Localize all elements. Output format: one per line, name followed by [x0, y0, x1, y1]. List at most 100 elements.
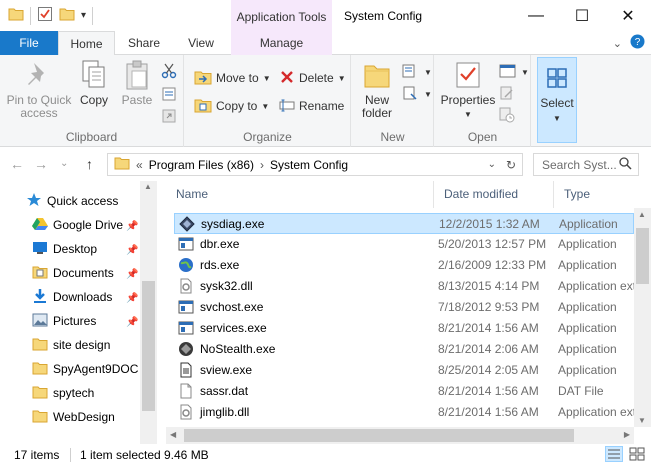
recent-locations-chevron-icon[interactable]: ⌄	[60, 158, 68, 169]
open-button[interactable]: ▼	[499, 61, 529, 83]
nav-item-desktop[interactable]: Desktop	[32, 237, 97, 261]
file-row-services[interactable]: services.exe 8/21/2014 1:56 AM Applicati…	[174, 318, 634, 339]
navigation-pane: Quick access Google Drive 📌 Desktop 📌 Do…	[0, 181, 157, 444]
file-row-nostealth[interactable]: NoStealth.exe 8/21/2014 2:06 AM Applicat…	[174, 339, 634, 360]
file-row-sassr[interactable]: sassr.dat 8/21/2014 1:56 AM DAT File	[174, 381, 634, 402]
forward-arrow-icon[interactable]: →	[34, 156, 48, 172]
search-input[interactable]: Search Syst...	[542, 158, 617, 172]
breadcrumb-overflow[interactable]: «	[136, 158, 143, 172]
file-list-vertical-scrollbar[interactable]: ▲ ▼	[634, 208, 651, 427]
nav-item-google-drive[interactable]: Google Drive	[32, 213, 123, 237]
new-folder-button[interactable]: New folder	[356, 59, 398, 120]
nav-item-spytech[interactable]: spytech	[32, 381, 94, 405]
move-to-button[interactable]: Move to ▼	[194, 67, 271, 89]
documents-icon	[32, 265, 48, 282]
scroll-down-icon[interactable]: ▼	[638, 416, 646, 425]
edit-button[interactable]	[499, 83, 515, 105]
tab-view[interactable]: View	[174, 31, 228, 55]
pin-icon[interactable]: 📌	[126, 269, 138, 280]
file-row-rds[interactable]: rds.exe 2/16/2009 12:33 PM Application	[174, 255, 634, 276]
maximize-button[interactable]: ☐	[559, 0, 605, 31]
chevron-down-icon[interactable]: ⌄	[613, 37, 622, 50]
nav-scrollbar[interactable]: ▲	[140, 181, 157, 444]
ribbon-tabs: File Home Share View Manage ⌄ ?	[0, 31, 651, 56]
nav-item-downloads[interactable]: Downloads	[32, 285, 112, 309]
nav-scrollbar-thumb[interactable]	[142, 281, 155, 411]
file-row-sysk32[interactable]: sysk32.dll 8/13/2015 4:14 PM Application…	[174, 276, 634, 297]
column-header-type[interactable]: Type	[554, 181, 634, 208]
refresh-icon[interactable]: ↻	[506, 158, 516, 172]
tab-share[interactable]: Share	[118, 31, 170, 55]
file-row-sysdiag[interactable]: sysdiag.exe 12/2/2015 1:32 AM Applicatio…	[174, 213, 634, 234]
title-bar: ▾ Application Tools System Config — ☐ ✕	[0, 0, 651, 31]
select-button[interactable]: Select ▼	[537, 57, 577, 143]
folder-icon	[114, 156, 130, 173]
pin-icon[interactable]: 📌	[126, 245, 138, 256]
paste-shortcut-button[interactable]	[161, 106, 177, 128]
copy-path-button[interactable]	[161, 84, 177, 106]
copy-button[interactable]: Copy	[74, 59, 114, 107]
nav-item-quick-access[interactable]: Quick access	[26, 189, 118, 213]
nav-item-webdesign[interactable]: WebDesign	[32, 405, 115, 429]
details-view-icon[interactable]	[605, 446, 623, 465]
folder-icon[interactable]	[8, 7, 24, 24]
tab-manage[interactable]: Manage	[231, 31, 332, 55]
svg-text:?: ?	[635, 37, 641, 48]
column-header-date-modified[interactable]: Date modified	[434, 181, 554, 208]
nav-item-site-design[interactable]: site design	[32, 333, 110, 357]
help-icon[interactable]: ?	[630, 34, 645, 52]
properties-button[interactable]: Properties ▼	[439, 59, 497, 121]
tab-home[interactable]: Home	[58, 31, 115, 56]
file-row-svchost[interactable]: svchost.exe 7/18/2012 9:53 PM Applicatio…	[174, 297, 634, 318]
breadcrumb-system-config[interactable]: System Config	[270, 158, 348, 172]
rename-icon	[279, 97, 295, 116]
customize-toolbar-icon[interactable]: ▾	[81, 10, 86, 21]
vertical-scrollbar-thumb[interactable]	[636, 228, 649, 284]
paste-button[interactable]: Paste	[116, 59, 158, 107]
copy-to-button[interactable]: Copy to ▼	[194, 95, 269, 117]
tab-file[interactable]: File	[0, 31, 58, 55]
file-row-jimglib[interactable]: jimglib.dll 8/21/2014 1:56 AM Applicatio…	[174, 402, 634, 423]
window-exe-icon	[178, 236, 194, 252]
blank-file-icon	[178, 383, 194, 399]
scroll-up-icon[interactable]: ▲	[144, 182, 152, 191]
pin-icon[interactable]: 📌	[126, 221, 138, 232]
column-header-name[interactable]: Name	[166, 181, 434, 208]
file-row-dbr[interactable]: dbr.exe 5/20/2013 12:57 PM Application	[174, 234, 634, 255]
easy-access-button[interactable]: ▼	[402, 83, 432, 105]
new-folder-icon[interactable]	[59, 7, 75, 24]
cut-button[interactable]	[161, 61, 177, 83]
address-dropdown-chevron-icon[interactable]: ⌄	[488, 159, 496, 170]
pin-to-quick-access-button[interactable]: Pin to Quick access	[6, 59, 72, 120]
minimize-button[interactable]: —	[513, 0, 559, 31]
nav-item-documents[interactable]: Documents	[32, 261, 114, 285]
back-arrow-icon[interactable]: ←	[10, 156, 24, 172]
file-list-horizontal-scrollbar[interactable]: ◀ ▶	[166, 427, 634, 444]
properties-icon	[452, 59, 484, 91]
search-box[interactable]: Search Syst...	[533, 153, 639, 176]
horizontal-scrollbar-thumb[interactable]	[184, 429, 574, 442]
nav-item-spyagent9doc[interactable]: SpyAgent9DOC	[32, 357, 138, 381]
scroll-right-icon[interactable]: ▶	[624, 430, 630, 439]
nav-item-pictures[interactable]: Pictures	[32, 309, 96, 333]
large-icons-view-icon[interactable]	[628, 446, 646, 465]
pictures-icon	[32, 313, 48, 330]
delete-button[interactable]: Delete ▼	[279, 67, 346, 89]
rename-button[interactable]: Rename	[279, 95, 344, 117]
file-row-sview[interactable]: sview.exe 8/25/2014 2:05 AM Application	[174, 360, 634, 381]
chevron-down-icon: ▼	[261, 101, 270, 111]
close-button[interactable]: ✕	[605, 0, 651, 31]
scroll-up-icon[interactable]: ▲	[638, 210, 646, 219]
up-arrow-icon[interactable]: ↑	[86, 156, 93, 172]
search-icon	[619, 156, 632, 173]
new-item-button[interactable]: ▼	[402, 61, 432, 83]
breadcrumb-separator-icon[interactable]: ›	[260, 158, 264, 172]
toolbar-separator	[92, 6, 94, 25]
pin-icon[interactable]: 📌	[126, 293, 138, 304]
history-button[interactable]	[499, 105, 515, 127]
pin-icon[interactable]: 📌	[126, 317, 138, 328]
address-bar[interactable]: « Program Files (x86) › System Config ⌄ …	[107, 153, 523, 176]
properties-check-icon[interactable]	[37, 6, 53, 25]
breadcrumb-program-files[interactable]: Program Files (x86)	[149, 158, 254, 172]
scroll-left-icon[interactable]: ◀	[170, 430, 176, 439]
